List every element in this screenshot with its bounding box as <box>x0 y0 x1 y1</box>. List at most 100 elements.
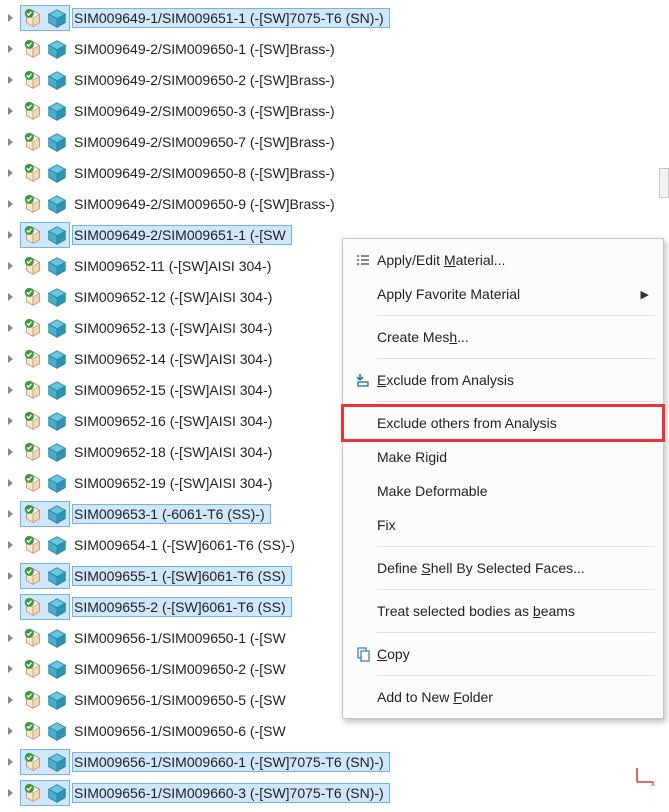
menu-item[interactable]: Exclude others from Analysis <box>343 406 663 440</box>
menu-separator <box>377 315 655 316</box>
solid-body-icon <box>46 689 68 711</box>
menu-item[interactable]: Apply/Edit Material... <box>343 243 663 277</box>
tree-item-label: SIM009656-1/SIM009660-3 (-[SW]7075-T6 (S… <box>72 783 390 803</box>
expand-icon[interactable] <box>4 135 18 149</box>
tree-item-icons <box>20 625 70 651</box>
expand-icon[interactable] <box>4 724 18 738</box>
menu-item[interactable]: Make Deformable <box>343 474 663 508</box>
part-cube-icon <box>22 596 44 618</box>
expand-icon[interactable] <box>4 197 18 211</box>
tree-item-icons <box>20 67 70 93</box>
part-cube-icon <box>22 224 44 246</box>
expand-icon[interactable] <box>4 476 18 490</box>
part-cube-icon <box>22 193 44 215</box>
tree-item[interactable]: SIM009656-1/SIM009650-6 (-[SW <box>0 715 669 746</box>
expand-icon[interactable] <box>4 662 18 676</box>
menu-item-label: Fix <box>377 517 649 533</box>
menu-separator <box>377 546 655 547</box>
material-list-icon <box>349 252 377 268</box>
solid-body-icon <box>46 193 68 215</box>
tree-item-icons <box>20 36 70 62</box>
tree-item-label: SIM009649-2/SIM009650-9 (-[SW]Brass-) <box>72 194 341 214</box>
menu-item[interactable]: Define Shell By Selected Faces... <box>343 551 663 585</box>
expand-icon[interactable] <box>4 73 18 87</box>
part-cube-icon <box>22 441 44 463</box>
expand-icon[interactable] <box>4 569 18 583</box>
tree-item[interactable]: SIM009656-1/SIM009660-3 (-[SW]7075-T6 (S… <box>0 777 669 808</box>
expand-icon[interactable] <box>4 11 18 25</box>
part-cube-icon <box>22 379 44 401</box>
sidebar-collapse-handle[interactable] <box>659 168 669 198</box>
part-cube-icon <box>22 38 44 60</box>
menu-item[interactable]: Make Rigid <box>343 440 663 474</box>
menu-item[interactable]: Apply Favorite Material▶ <box>343 277 663 311</box>
expand-icon[interactable] <box>4 352 18 366</box>
expand-icon[interactable] <box>4 414 18 428</box>
expand-icon[interactable] <box>4 631 18 645</box>
expand-icon[interactable] <box>4 600 18 614</box>
menu-item-label: Create Mesh... <box>377 329 649 345</box>
menu-item[interactable]: Treat selected bodies as beams <box>343 594 663 628</box>
tree-item-label: SIM009652-19 (-[SW]AISI 304-) <box>72 473 278 493</box>
expand-icon[interactable] <box>4 321 18 335</box>
part-cube-icon <box>22 782 44 804</box>
expand-icon[interactable] <box>4 755 18 769</box>
menu-item[interactable]: Copy <box>343 637 663 671</box>
menu-item[interactable]: Add to New Folder <box>343 680 663 714</box>
menu-item[interactable]: Fix <box>343 508 663 542</box>
tree-item-label: SIM009652-11 (-[SW]AISI 304-) <box>72 256 277 276</box>
solid-body-icon <box>46 751 68 773</box>
expand-icon[interactable] <box>4 104 18 118</box>
tree-item-label: SIM009649-2/SIM009650-7 (-[SW]Brass-) <box>72 132 341 152</box>
part-cube-icon <box>22 317 44 339</box>
solid-body-icon <box>46 286 68 308</box>
solid-body-icon <box>46 255 68 277</box>
expand-icon[interactable] <box>4 786 18 800</box>
part-cube-icon <box>22 69 44 91</box>
expand-icon[interactable] <box>4 259 18 273</box>
tree-item-label: SIM009649-2/SIM009650-2 (-[SW]Brass-) <box>72 70 341 90</box>
tree-item[interactable]: SIM009649-2/SIM009650-8 (-[SW]Brass-) <box>0 157 669 188</box>
tree-item[interactable]: SIM009649-1/SIM009651-1 (-[SW]7075-T6 (S… <box>0 2 669 33</box>
tree-item[interactable]: SIM009649-2/SIM009650-3 (-[SW]Brass-) <box>0 95 669 126</box>
menu-item-label: Apply/Edit Material... <box>377 252 649 268</box>
tree-item-icons <box>20 408 70 434</box>
solid-body-icon <box>46 7 68 29</box>
tree-item-icons <box>20 749 70 775</box>
menu-item-label: Add to New Folder <box>377 689 649 705</box>
part-cube-icon <box>22 255 44 277</box>
axis-marker-icon: x <box>633 762 657 786</box>
tree-item[interactable]: SIM009649-2/SIM009650-2 (-[SW]Brass-) <box>0 64 669 95</box>
tree-item[interactable]: SIM009649-2/SIM009650-1 (-[SW]Brass-) <box>0 33 669 64</box>
menu-item[interactable]: Create Mesh... <box>343 320 663 354</box>
copy-icon <box>349 646 377 662</box>
solid-body-icon <box>46 565 68 587</box>
expand-icon[interactable] <box>4 383 18 397</box>
menu-item-label: Exclude others from Analysis <box>377 415 649 431</box>
solid-body-icon <box>46 379 68 401</box>
expand-icon[interactable] <box>4 290 18 304</box>
expand-icon[interactable] <box>4 166 18 180</box>
menu-item[interactable]: Exclude from Analysis <box>343 363 663 397</box>
solid-body-icon <box>46 38 68 60</box>
expand-icon[interactable] <box>4 228 18 242</box>
submenu-arrow-icon: ▶ <box>641 288 649 301</box>
expand-icon[interactable] <box>4 693 18 707</box>
tree-item-label: SIM009653-1 (-6061-T6 (SS)-) <box>72 504 271 524</box>
expand-icon[interactable] <box>4 538 18 552</box>
solid-body-icon <box>46 534 68 556</box>
tree-item-icons <box>20 346 70 372</box>
tree-item[interactable]: SIM009649-2/SIM009650-9 (-[SW]Brass-) <box>0 188 669 219</box>
tree-item-icons <box>20 98 70 124</box>
solid-body-icon <box>46 472 68 494</box>
expand-icon[interactable] <box>4 445 18 459</box>
tree-item-label: SIM009652-12 (-[SW]AISI 304-) <box>72 287 278 307</box>
part-cube-icon <box>22 100 44 122</box>
part-cube-icon <box>22 689 44 711</box>
part-cube-icon <box>22 410 44 432</box>
expand-icon[interactable] <box>4 42 18 56</box>
tree-item[interactable]: SIM009656-1/SIM009660-1 (-[SW]7075-T6 (S… <box>0 746 669 777</box>
expand-icon[interactable] <box>4 507 18 521</box>
tree-item[interactable]: SIM009649-2/SIM009650-7 (-[SW]Brass-) <box>0 126 669 157</box>
part-cube-icon <box>22 7 44 29</box>
